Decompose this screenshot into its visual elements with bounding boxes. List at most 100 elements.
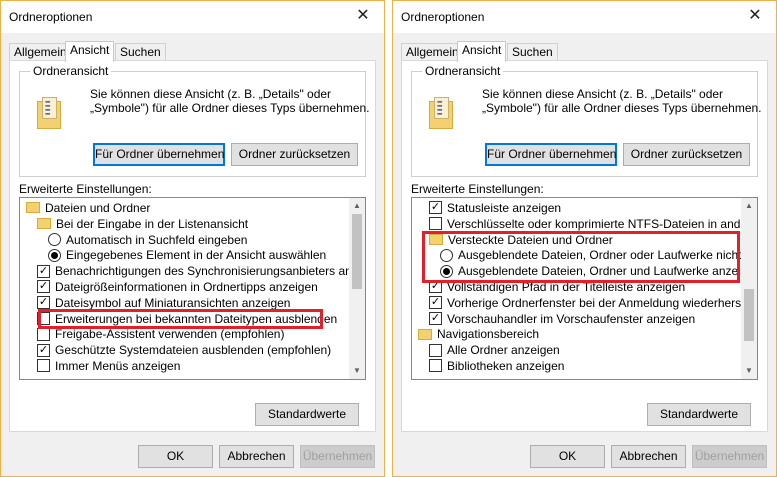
apply-to-folders-button[interactable]: Für Ordner übernehmen	[93, 143, 225, 166]
list-item-label: Immer Menüs anzeigen	[55, 359, 181, 373]
title-bar: Ordneroptionen ✕	[393, 1, 776, 33]
scroll-up-icon[interactable]: ▲	[349, 198, 365, 214]
list-item[interactable]: ✓ Dateigrößeinformationen in Ordnertipps …	[37, 279, 318, 295]
ok-button[interactable]: OK	[530, 445, 605, 468]
group-description: Sie können diese Ansicht (z. B. „Details…	[90, 87, 370, 115]
close-icon[interactable]: ✕	[354, 6, 372, 26]
list-item-label: Dateien und Ordner	[45, 201, 151, 215]
list-item[interactable]: Bibliotheken anzeigen	[429, 358, 564, 374]
checkbox-unchecked-icon[interactable]	[37, 359, 50, 373]
radio-unselected-icon[interactable]	[48, 232, 61, 246]
description-line-1: Sie können diese Ansicht (z. B. „Details…	[482, 87, 724, 101]
list-item-label: Statusleiste anzeigen	[447, 201, 562, 215]
folder-options-dialog-left: Ordneroptionen ✕ Allgemein Ansicht Suche…	[0, 0, 385, 477]
list-item[interactable]: Automatisch in Suchfeld eingeben	[48, 232, 247, 248]
tab-ansicht[interactable]: Ansicht	[457, 41, 507, 62]
checkbox-checked-icon[interactable]: ✓	[37, 343, 50, 357]
tab-allgemein[interactable]: Allgemein	[9, 43, 72, 61]
list-item-label: Navigationsbereich	[437, 327, 540, 342]
checkbox-checked-icon[interactable]: ✓	[37, 280, 50, 294]
folder-options-dialog-right: Ordneroptionen ✕ Allgemein Ansicht Suche…	[392, 0, 777, 477]
checkbox-unchecked-icon[interactable]	[429, 217, 442, 231]
apply-button[interactable]: Übernehmen	[300, 445, 375, 468]
list-item-label: Geschützte Systemdateien ausblenden (emp…	[55, 343, 332, 358]
radio-selected-icon[interactable]	[48, 248, 61, 262]
description-line-2: „Symbole") für alle Ordner dieses Typs ü…	[482, 101, 762, 115]
folder-view-group: Ordneransicht ▪▪▪ ▪▪▪ ▪▪▪ ▪▪▪ Sie können di…	[411, 64, 762, 177]
list-item[interactable]: ✓ Vorherige Ordnerfenster bei der Anmeldu…	[429, 295, 742, 311]
list-item[interactable]: ✓ Geschützte Systemdateien ausblenden (em…	[37, 342, 331, 358]
checkbox-unchecked-icon[interactable]	[429, 359, 442, 373]
checkbox-checked-icon[interactable]: ✓	[429, 311, 442, 325]
list-item[interactable]: ✓ Benachrichtigungen des Synchronisierung…	[37, 263, 350, 279]
list-item-label: Dateigrößeinformationen in Ordnertipps a…	[55, 280, 318, 294]
list-item[interactable]: Alle Ordner anzeigen	[429, 342, 560, 358]
checkbox-checked-icon[interactable]: ✓	[37, 296, 50, 310]
description-line-1: Sie können diese Ansicht (z. B. „Details…	[90, 87, 332, 101]
reset-folders-button[interactable]: Ordner zurücksetzen	[623, 143, 750, 166]
advanced-settings-list[interactable]: ✓ Statusleiste anzeigen Verschlüsselte ode…	[411, 197, 758, 380]
folder-view-icon: ▪▪▪ ▪▪▪ ▪▪▪ ▪▪▪	[37, 97, 61, 129]
list-group-header: Bei der Eingabe in der Listenansicht	[37, 216, 248, 232]
checkbox-checked-icon[interactable]: ✓	[37, 264, 50, 278]
tab-suchen[interactable]: Suchen	[507, 43, 558, 61]
restore-defaults-button[interactable]: Standardwerte	[647, 403, 751, 426]
vertical-scrollbar[interactable]: ▲ ▼	[349, 198, 365, 379]
tab-suchen[interactable]: Suchen	[115, 43, 166, 61]
scroll-up-icon[interactable]: ▲	[741, 198, 757, 214]
advanced-settings-label: Erweiterte Einstellungen:	[19, 182, 152, 196]
checkbox-unchecked-icon[interactable]	[429, 343, 442, 357]
list-item-label: Benachrichtigungen des Synchronisierungs…	[55, 264, 350, 279]
list-item-label: Dateisymbol auf Miniaturansichten anzeig…	[55, 295, 291, 310]
list-item-label: Eingegebenes Element in der Ansicht ausw…	[66, 248, 327, 263]
apply-to-folders-button[interactable]: Für Ordner übernehmen	[485, 143, 617, 166]
cancel-button[interactable]: Abbrechen	[611, 445, 686, 468]
description-line-2: „Symbole") für alle Ordner dieses Typs ü…	[90, 101, 370, 115]
list-item[interactable]: Immer Menüs anzeigen	[37, 358, 180, 374]
group-title: Ordneransicht	[422, 64, 504, 78]
list-item[interactable]: ✓ Statusleiste anzeigen	[429, 200, 561, 216]
tab-allgemein[interactable]: Allgemein	[401, 43, 464, 61]
list-group-header: Navigationsbereich	[418, 326, 539, 342]
list-item[interactable]: ✓ Vorschauhandler im Vorschaufenster anze…	[429, 311, 695, 327]
list-item-label: Vorherige Ordnerfenster bei der Anmeldun…	[447, 295, 742, 310]
group-title: Ordneransicht	[30, 64, 112, 78]
folder-view-group: Ordneransicht ▪▪▪ ▪▪▪ ▪▪▪ ▪▪▪ Sie können di…	[19, 64, 370, 177]
close-icon[interactable]: ✕	[746, 6, 764, 26]
folder-icon	[418, 328, 432, 340]
tab-panel-ansicht: Ordneransicht ▪▪▪ ▪▪▪ ▪▪▪ ▪▪▪ Sie können di…	[9, 60, 376, 432]
advanced-settings-label: Erweiterte Einstellungen:	[411, 182, 544, 196]
tab-ansicht[interactable]: Ansicht	[65, 41, 115, 62]
advanced-settings-list[interactable]: Dateien und Ordner Bei der Eingabe in der…	[19, 197, 366, 380]
list-rows: ✓ Statusleiste anzeigen Verschlüsselte ode…	[412, 200, 742, 379]
folder-icon	[26, 202, 40, 214]
group-description: Sie können diese Ansicht (z. B. „Details…	[482, 87, 762, 115]
cancel-button[interactable]: Abbrechen	[219, 445, 294, 468]
vertical-scrollbar[interactable]: ▲ ▼	[741, 198, 757, 379]
highlight-box	[38, 309, 323, 329]
window-title: Ordneroptionen	[9, 10, 93, 24]
window-title: Ordneroptionen	[401, 10, 485, 24]
list-rows: Dateien und Ordner Bei der Eingabe in der…	[20, 200, 350, 379]
list-group-header: Dateien und Ordner	[26, 200, 150, 216]
scroll-down-icon[interactable]: ▼	[741, 363, 757, 379]
reset-folders-button[interactable]: Ordner zurücksetzen	[231, 143, 358, 166]
list-item[interactable]: Verschlüsselte oder komprimierte NTFS-Da…	[429, 216, 742, 232]
list-item[interactable]: Eingegebenes Element in der Ansicht ausw…	[48, 247, 326, 263]
title-bar: Ordneroptionen ✕	[1, 1, 384, 33]
checkbox-checked-icon[interactable]: ✓	[429, 201, 442, 215]
list-item-label: Verschlüsselte oder komprimierte NTFS-Da…	[447, 216, 742, 231]
apply-button[interactable]: Übernehmen	[692, 445, 767, 468]
highlight-box	[422, 231, 740, 283]
list-item-label: Alle Ordner anzeigen	[447, 343, 560, 358]
scroll-down-icon[interactable]: ▼	[349, 363, 365, 379]
scroll-thumb[interactable]	[744, 288, 754, 341]
ok-button[interactable]: OK	[138, 445, 213, 468]
checkbox-unchecked-icon[interactable]	[37, 327, 50, 341]
restore-defaults-button[interactable]: Standardwerte	[255, 403, 359, 426]
list-item-label: Automatisch in Suchfeld eingeben	[66, 232, 248, 247]
list-item-label: Bibliotheken anzeigen	[447, 359, 565, 373]
list-item-label: Vorschauhandler im Vorschaufenster anzei…	[447, 311, 696, 326]
checkbox-checked-icon[interactable]: ✓	[429, 296, 442, 310]
scroll-thumb[interactable]	[352, 214, 362, 289]
